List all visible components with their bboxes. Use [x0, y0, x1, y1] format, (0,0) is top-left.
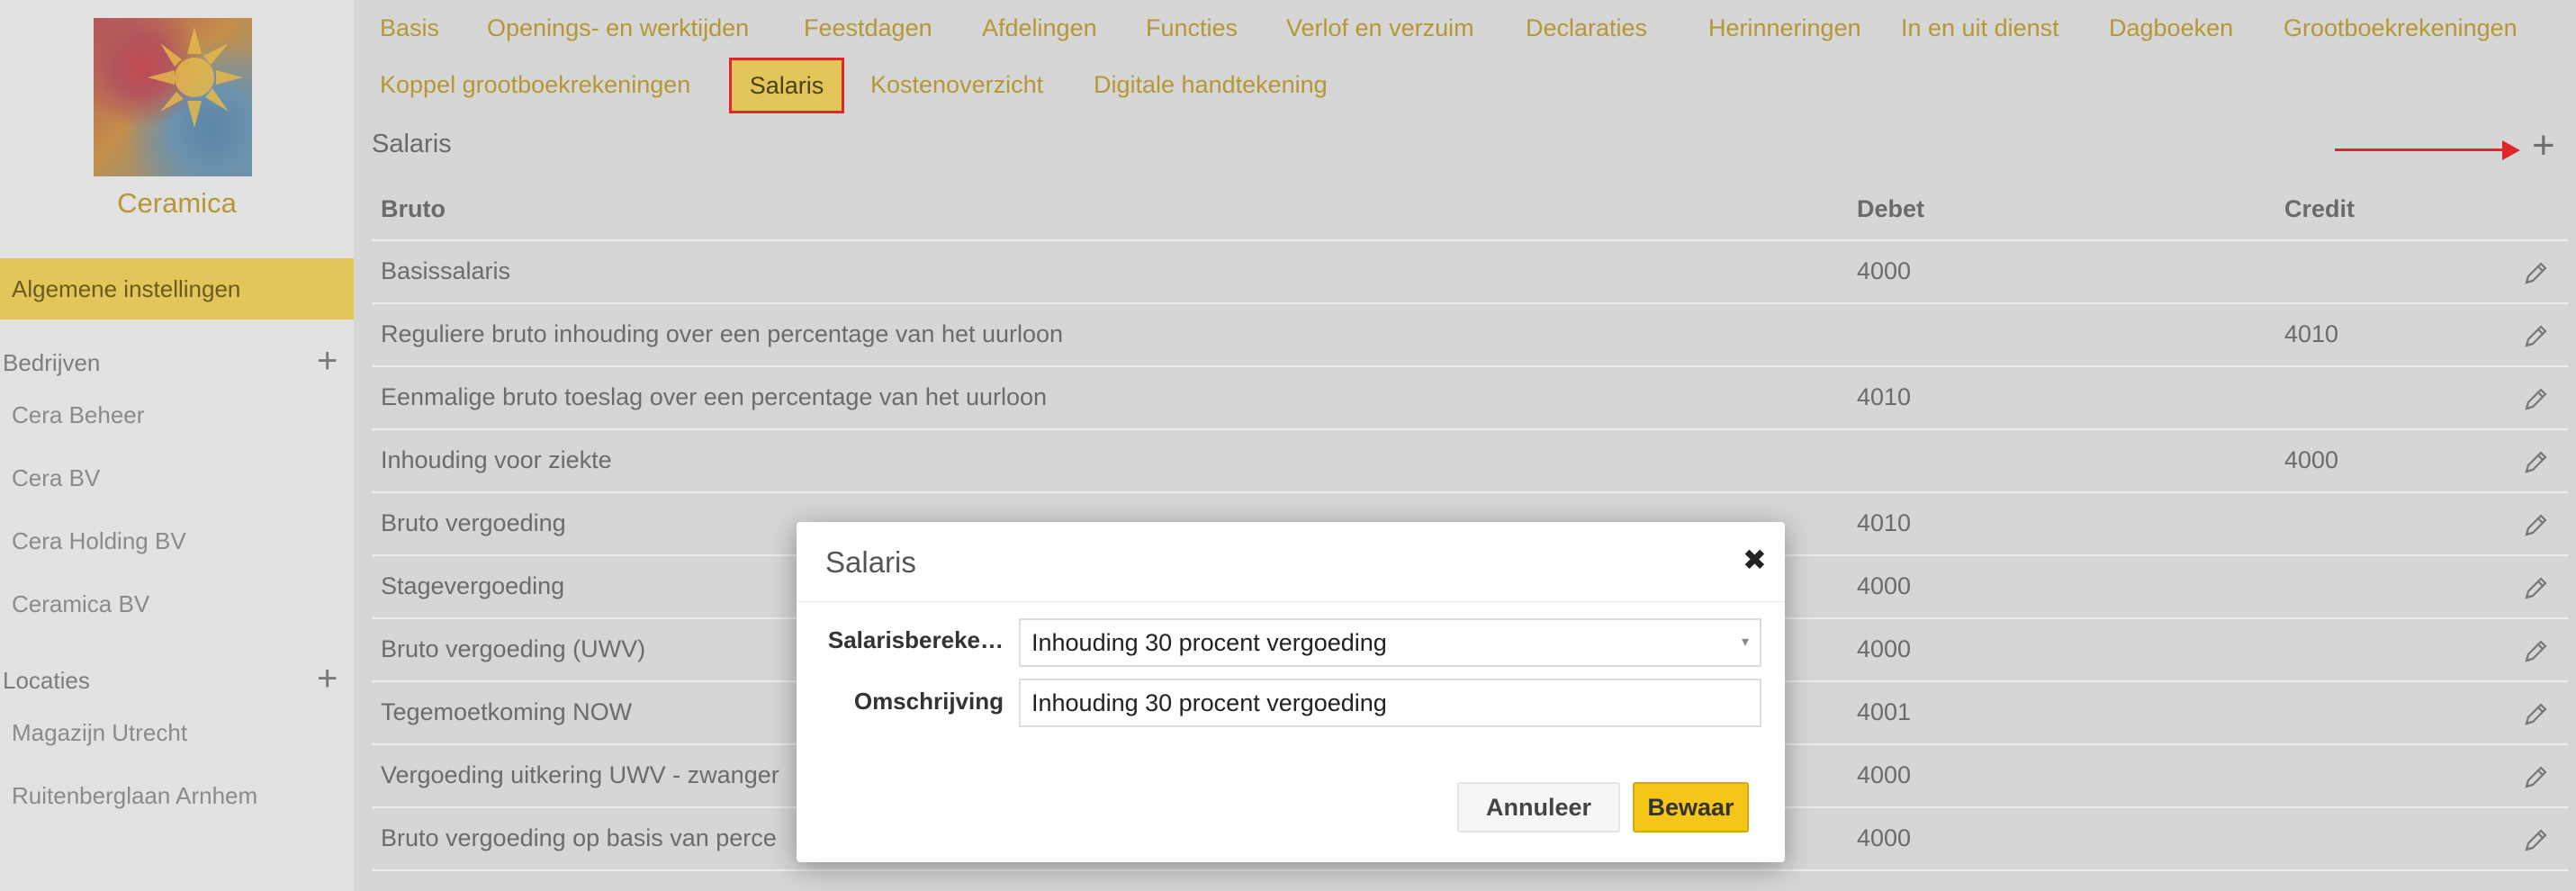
- tab-holidays[interactable]: Feestdagen: [804, 14, 932, 42]
- row-name: Tegemoetkoming NOW: [381, 698, 633, 725]
- tab-digital-signature[interactable]: Digitale handtekening: [1094, 71, 1328, 99]
- table-row: Inhouding voor ziekte 4000: [372, 428, 2568, 491]
- edit-icon[interactable]: [2521, 763, 2550, 792]
- annotation-arrow: [2335, 148, 2504, 151]
- row-debet: 4000: [1857, 572, 1912, 599]
- section-title: Salaris: [372, 130, 452, 158]
- sidebar-item-location[interactable]: Ruitenberglaan Arnhem: [12, 782, 257, 810]
- tab-link-ledger-accounts[interactable]: Koppel grootboekrekeningen: [380, 71, 690, 99]
- row-name: Bruto vergoeding (UWV): [381, 635, 646, 662]
- salary-dialog: Salaris ✖ Salarisbereke… Inhouding 30 pr…: [797, 522, 1785, 862]
- tab-salary[interactable]: Salaris: [729, 58, 844, 113]
- tab-departments[interactable]: Afdelingen: [982, 14, 1097, 42]
- edit-icon[interactable]: [2521, 385, 2550, 414]
- tab-in-out-service[interactable]: In en uit dienst: [1901, 14, 2059, 42]
- edit-icon[interactable]: [2521, 826, 2550, 855]
- table-row: Eenmalige bruto toeslag over een percent…: [372, 365, 2568, 428]
- sidebar-section-locations: Locaties: [3, 667, 90, 694]
- row-credit: 4000: [2284, 446, 2339, 473]
- column-header-bruto: Bruto: [381, 195, 446, 222]
- salary-calculation-value: Inhouding 30 procent vergoeding: [1031, 629, 1387, 656]
- company-name[interactable]: Ceramica: [0, 187, 354, 220]
- table-row: Basissalaris 4000: [372, 239, 2568, 302]
- sidebar: Ceramica Algemene instellingen Bedrijven…: [0, 0, 354, 891]
- company-logo: [94, 18, 252, 176]
- tab-reminders[interactable]: Herinneringen: [1708, 14, 1861, 42]
- row-name: Bruto vergoeding op basis van perce: [381, 824, 777, 851]
- tab-ledger-accounts[interactable]: Grootboekrekeningen: [2283, 14, 2517, 42]
- dialog-title: Salaris: [825, 545, 916, 579]
- sidebar-item-company[interactable]: Cera Holding BV: [12, 527, 186, 555]
- row-name: Reguliere bruto inhouding over een perce…: [381, 320, 1064, 347]
- row-debet: 4010: [1857, 383, 1912, 410]
- tab-leave[interactable]: Verlof en verzuim: [1286, 14, 1474, 42]
- edit-icon[interactable]: [2521, 574, 2550, 603]
- description-input[interactable]: Inhouding 30 procent vergoeding: [1019, 679, 1761, 727]
- settings-tabs: Basis Openings- en werktijden Feestdagen…: [365, 0, 2576, 115]
- edit-icon[interactable]: [2521, 259, 2550, 288]
- sidebar-item-company[interactable]: Cera Beheer: [12, 401, 144, 429]
- row-debet: 4001: [1857, 698, 1912, 725]
- row-name: Eenmalige bruto toeslag over een percent…: [381, 383, 1048, 410]
- salary-calculation-label: Salarisbereke…: [827, 626, 1004, 653]
- dialog-divider: [797, 601, 1785, 602]
- row-debet: 4000: [1857, 257, 1912, 284]
- edit-icon[interactable]: [2521, 322, 2550, 351]
- tab-opening-hours[interactable]: Openings- en werktijden: [487, 14, 749, 42]
- description-label: Omschrijving: [853, 688, 1004, 715]
- edit-icon[interactable]: [2521, 637, 2550, 666]
- annotation-arrow-head: [2502, 140, 2520, 160]
- row-name: Basissalaris: [381, 257, 511, 284]
- add-salary-button[interactable]: +: [2532, 126, 2555, 166]
- row-name: Stagevergoeding: [381, 572, 565, 599]
- row-debet: 4000: [1857, 635, 1912, 662]
- edit-icon[interactable]: [2521, 448, 2550, 477]
- row-debet: 4000: [1857, 761, 1912, 788]
- column-header-debet: Debet: [1857, 195, 1925, 222]
- add-location-button[interactable]: +: [317, 661, 338, 697]
- row-name: Inhouding voor ziekte: [381, 446, 612, 473]
- sidebar-section-companies: Bedrijven: [3, 349, 101, 376]
- sidebar-item-company[interactable]: Ceramica BV: [12, 590, 149, 618]
- tab-basis[interactable]: Basis: [380, 14, 439, 42]
- sidebar-item-location[interactable]: Magazijn Utrecht: [12, 719, 187, 747]
- column-header-credit: Credit: [2284, 195, 2355, 222]
- tab-declarations[interactable]: Declaraties: [1526, 14, 1647, 42]
- table-row: [372, 869, 2568, 891]
- tab-journals[interactable]: Dagboeken: [2109, 14, 2233, 42]
- chevron-down-icon[interactable]: ▾: [1742, 620, 1749, 665]
- tab-functions[interactable]: Functies: [1146, 14, 1238, 42]
- row-name: Bruto vergoeding: [381, 509, 566, 536]
- save-button[interactable]: Bewaar: [1633, 782, 1749, 832]
- edit-icon[interactable]: [2521, 511, 2550, 540]
- edit-icon[interactable]: [2521, 700, 2550, 729]
- row-name: Vergoeding uitkering UWV - zwanger: [381, 761, 779, 788]
- salary-calculation-select[interactable]: Inhouding 30 procent vergoeding ▾: [1019, 618, 1761, 667]
- close-icon[interactable]: ✖: [1743, 545, 1767, 574]
- tab-cost-overview[interactable]: Kostenoverzicht: [870, 71, 1043, 99]
- row-debet: 4000: [1857, 824, 1912, 851]
- table-row: Reguliere bruto inhouding over een perce…: [372, 302, 2568, 365]
- sidebar-item-general-settings[interactable]: Algemene instellingen: [0, 258, 354, 320]
- row-credit: 4010: [2284, 320, 2339, 347]
- cancel-button[interactable]: Annuleer: [1457, 782, 1620, 832]
- add-company-button[interactable]: +: [317, 343, 338, 379]
- row-debet: 4010: [1857, 509, 1912, 536]
- sidebar-item-company[interactable]: Cera BV: [12, 464, 100, 492]
